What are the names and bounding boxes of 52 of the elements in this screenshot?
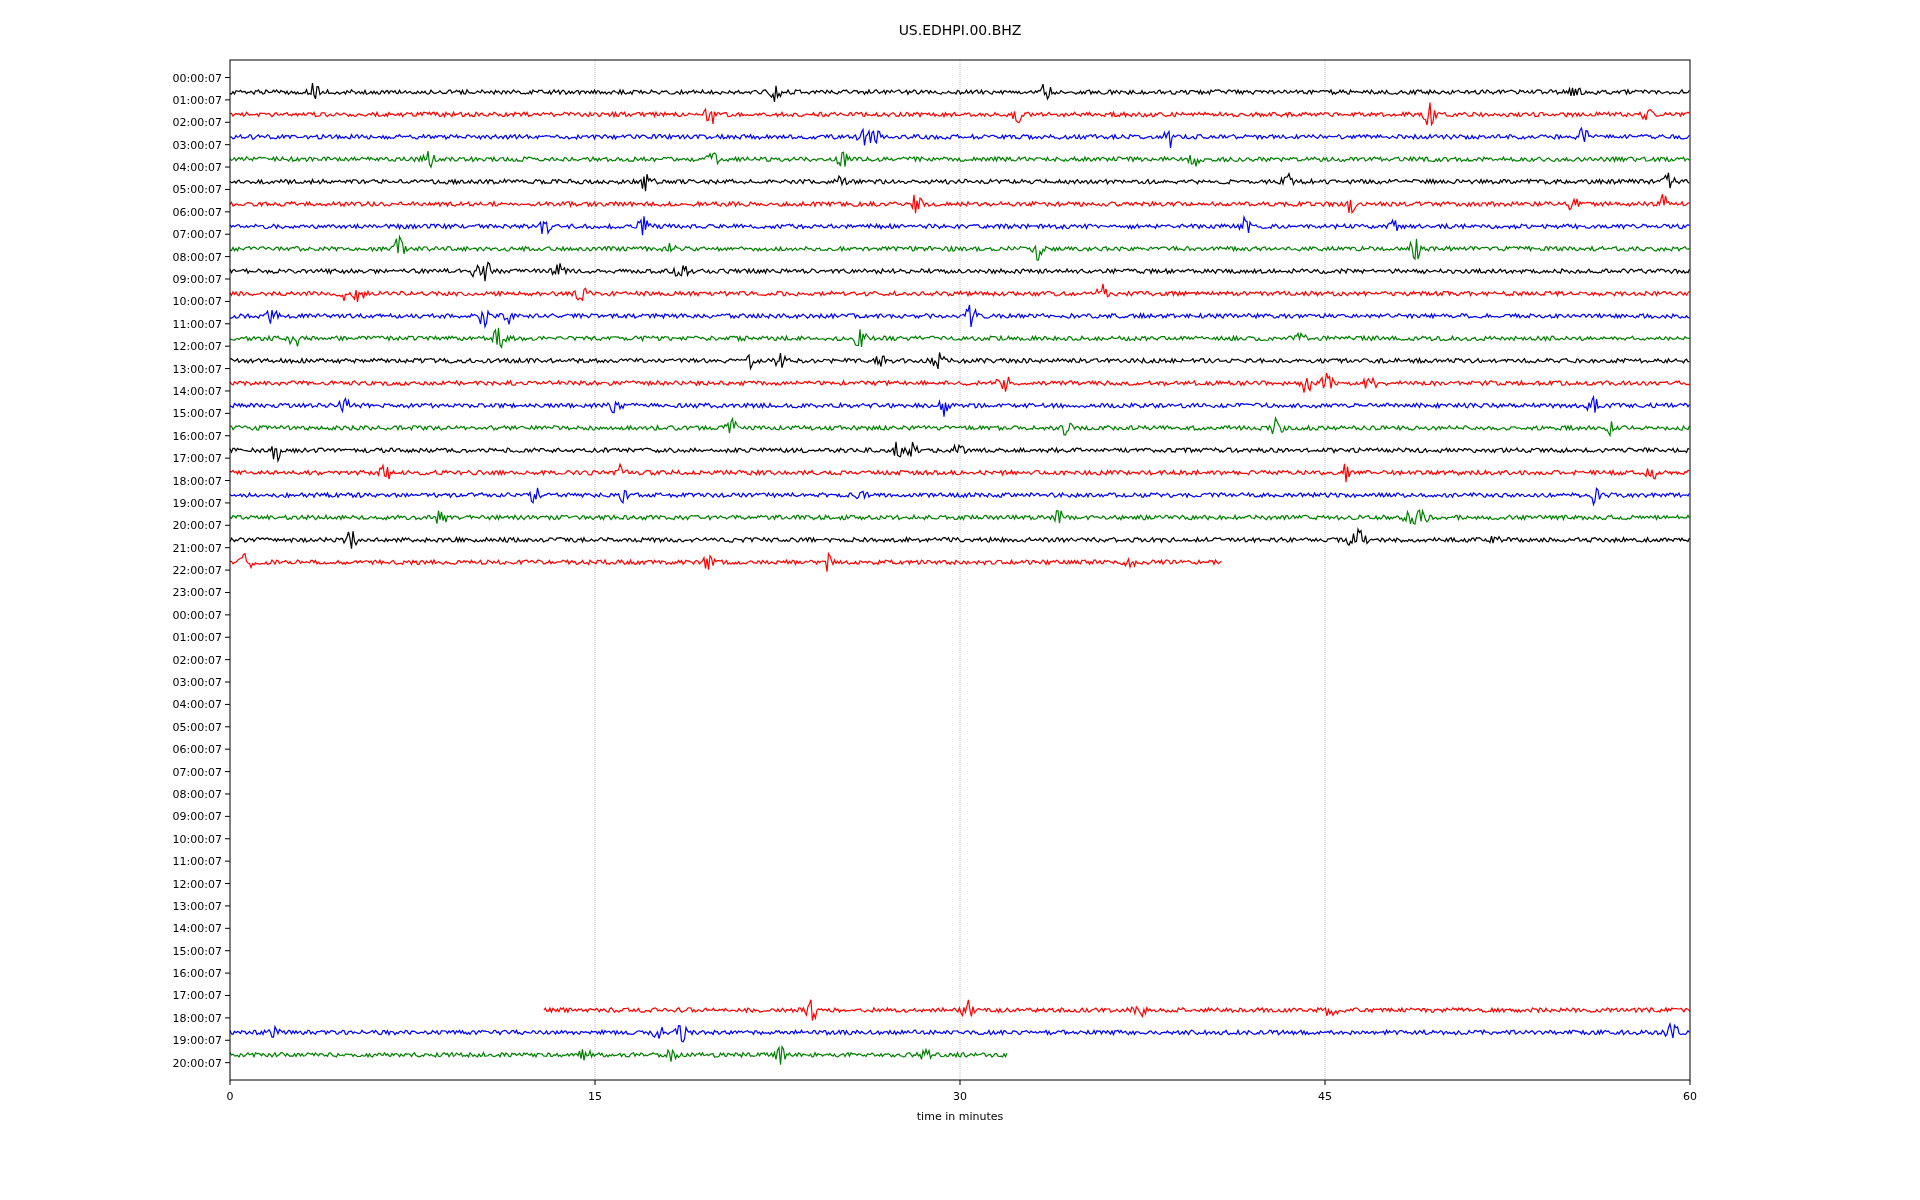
x-tick-label: 60 [1683, 1090, 1697, 1103]
y-tick-label: 15:00:07 [172, 407, 222, 421]
x-tick-label: 30 [953, 1090, 967, 1103]
y-tick-label: 06:00:07 [172, 743, 222, 757]
plot-title: US.EDHPI.00.BHZ [898, 22, 1022, 38]
y-tick-label: 23:00:07 [172, 586, 222, 600]
y-tick-label: 17:00:07 [172, 989, 222, 1003]
y-tick-label: 06:00:07 [172, 205, 222, 219]
y-tick-label: 14:00:07 [172, 922, 222, 936]
y-tick-label: 09:00:07 [172, 810, 222, 824]
y-tick-label: 10:00:07 [172, 832, 222, 846]
y-tick-label: 21:00:07 [172, 541, 222, 555]
y-tick-label: 10:00:07 [172, 295, 222, 309]
y-tick-label: 15:00:07 [172, 944, 222, 958]
y-tick-label: 03:00:07 [172, 676, 222, 690]
y-tick-label: 01:00:07 [172, 93, 222, 107]
y-tick-label: 22:00:07 [172, 564, 222, 578]
y-tick-label: 13:00:07 [172, 899, 222, 913]
y-tick-label: 08:00:07 [172, 788, 222, 801]
y-tick-label: 05:00:07 [172, 720, 222, 734]
y-tick-label: 07:00:07 [172, 765, 222, 779]
y-tick-label: 20:00:07 [172, 1056, 222, 1070]
y-tick-label: 17:00:07 [172, 452, 222, 466]
y-tick-label: 05:00:07 [172, 183, 222, 197]
y-tick-label: 19:00:07 [172, 496, 222, 510]
x-axis-label: time in minutes [916, 1110, 1004, 1123]
y-tick-label: 04:00:07 [172, 161, 222, 175]
y-tick-label: 02:00:07 [172, 653, 222, 667]
y-tick-label: 00:00:07 [172, 608, 222, 622]
y-tick-label: 02:00:07 [172, 116, 222, 130]
y-tick-label: 11:00:07 [172, 855, 222, 869]
y-tick-label: 19:00:07 [172, 1034, 222, 1048]
y-tick-label: 00:00:07 [172, 71, 222, 85]
y-tick-label: 08:00:07 [172, 250, 222, 264]
y-tick-label: 20:00:07 [172, 519, 222, 533]
y-tick-label: 09:00:07 [172, 273, 222, 286]
x-tick-label: 45 [1318, 1090, 1332, 1103]
y-tick-label: 16:00:07 [172, 429, 222, 443]
y-tick-label: 16:00:07 [172, 967, 222, 981]
y-tick-label: 01:00:07 [172, 631, 222, 645]
y-tick-label: 03:00:07 [172, 138, 222, 152]
y-tick-label: 11:00:07 [172, 317, 222, 331]
x-tick-label: 0 [226, 1090, 234, 1103]
y-tick-label: 12:00:07 [172, 877, 222, 891]
y-tick-label: 04:00:07 [172, 698, 222, 712]
y-tick-label: 14:00:07 [172, 384, 222, 398]
x-tick-label: 15 [588, 1090, 602, 1103]
y-tick-label: 18:00:07 [172, 474, 222, 488]
y-tick-label: 12:00:07 [172, 340, 222, 354]
y-tick-label: 18:00:07 [172, 1011, 222, 1025]
y-tick-label: 13:00:07 [172, 362, 222, 376]
y-tick-label: 07:00:07 [172, 228, 222, 242]
